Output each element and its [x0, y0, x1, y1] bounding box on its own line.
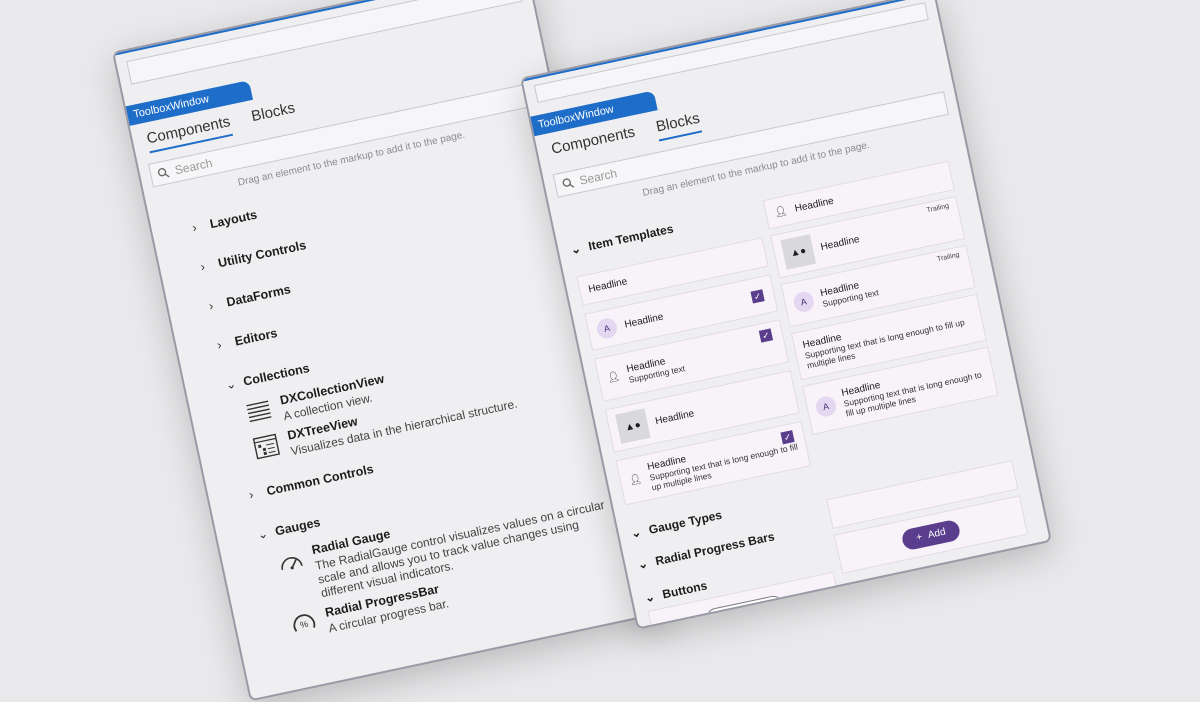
card-trailing: Trailing [936, 251, 961, 264]
download-button[interactable]: ⤓ Download [703, 593, 787, 630]
download-icon: ⤓ [719, 611, 726, 623]
image-placeholder-icon: ▲● [780, 234, 817, 270]
avatar: A [595, 316, 619, 341]
tree-node-dataforms[interactable]: › DataForms [207, 221, 583, 314]
chevron-right-icon: › [207, 298, 215, 314]
person-icon: 👤︎ [606, 370, 621, 384]
tree-node-utility-controls[interactable]: › Utility Controls [199, 181, 574, 274]
tree-view-icon [252, 433, 281, 460]
person-icon: 👤︎ [773, 204, 789, 219]
svg-text:%: % [299, 619, 309, 630]
chevron-down-icon: ⌄ [629, 524, 643, 541]
section-label: Gauge Types [647, 507, 724, 537]
chevron-down-icon: ⌄ [256, 526, 270, 543]
checkbox-checked-icon[interactable]: ✓ [750, 289, 765, 304]
card-headline: Headline [623, 311, 665, 331]
radial-progress-icon: % [293, 614, 316, 632]
image-placeholder-icon: ▲● [615, 408, 651, 444]
tree-node-label: DataForms [225, 282, 292, 310]
tree-node-label: Layouts [208, 207, 259, 232]
add-button[interactable]: + Add [900, 518, 962, 551]
radial-gauge-icon [281, 557, 303, 571]
chevron-right-icon: › [190, 220, 198, 235]
plus-icon: + [915, 531, 924, 544]
button-label: Add [926, 526, 947, 541]
blocks-panel: ⌄ Item Templates Headline A Headline ✓ 👤︎… [552, 131, 1052, 630]
search-placeholder: Search [578, 166, 619, 188]
search-icon [562, 178, 575, 188]
block-card-download-button[interactable]: ⤓ Download [647, 571, 843, 630]
section-gauge-types[interactable]: ⌄ Gauge Types [630, 508, 723, 541]
chevron-right-icon: › [247, 487, 255, 503]
tree-node-label: Editors [233, 325, 279, 349]
tab-blocks[interactable]: Blocks [250, 99, 298, 131]
section-label: Item Templates [587, 221, 675, 254]
chevron-down-icon: ⌄ [224, 376, 238, 393]
tree-node-label: Gauges [273, 514, 322, 538]
card-headline: Headline [654, 407, 696, 427]
avatar: A [814, 394, 838, 419]
tree-node-label: Utility Controls [216, 238, 308, 271]
card-headline: Headline [587, 275, 629, 295]
section-item-templates[interactable]: ⌄ Item Templates [569, 222, 674, 257]
section-label: Radial Progress Bars [654, 529, 776, 569]
chevron-down-icon: ⌄ [636, 556, 650, 572]
checkbox-checked-icon[interactable]: ✓ [780, 430, 795, 445]
card-headline: Headline [819, 233, 861, 253]
tree-node-label: Common Controls [265, 461, 375, 499]
card-headline: Headline [793, 195, 835, 215]
search-icon [157, 168, 170, 178]
button-label: Download [729, 602, 771, 621]
person-icon: 👤︎ [628, 473, 643, 487]
tree-node-label: Collections [241, 360, 311, 389]
search-placeholder: Search [173, 155, 214, 178]
card-trailing: Trailing [926, 202, 950, 215]
chevron-down-icon: ⌄ [569, 241, 583, 258]
chevron-right-icon: › [215, 337, 223, 353]
section-label: Buttons [661, 578, 709, 602]
tab-blocks[interactable]: Blocks [654, 109, 703, 142]
chevron-down-icon: ⌄ [643, 589, 657, 606]
checkbox-checked-icon[interactable]: ✓ [758, 328, 774, 343]
chevron-right-icon: › [199, 259, 207, 275]
avatar: A [791, 290, 816, 314]
section-radial-progress-bars[interactable]: ⌄ Radial Progress Bars [636, 529, 775, 572]
list-icon [246, 400, 272, 423]
